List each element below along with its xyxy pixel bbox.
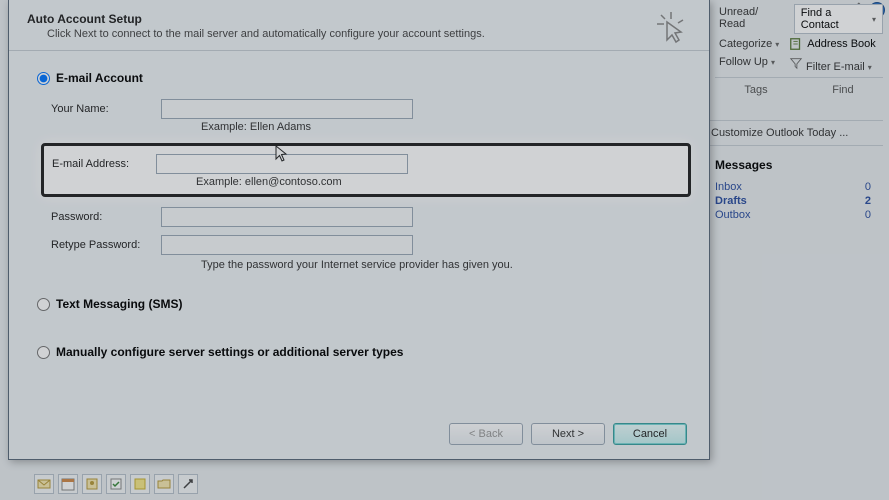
folder-name: Outbox bbox=[715, 209, 750, 221]
dialog-footer: < Back Next > Cancel bbox=[449, 423, 687, 445]
radio-manual-input[interactable] bbox=[37, 346, 50, 359]
find-contact-label: Find a Contact bbox=[801, 7, 868, 31]
password-label: Password: bbox=[51, 211, 161, 223]
address-book-label: Address Book bbox=[807, 38, 875, 50]
back-button[interactable]: < Back bbox=[449, 423, 523, 445]
address-book-button[interactable]: Address Book bbox=[789, 36, 875, 52]
folder-count: 2 bbox=[865, 195, 871, 207]
auto-account-setup-dialog: Auto Account Setup Click Next to connect… bbox=[8, 0, 710, 460]
messages-row-inbox[interactable]: Inbox 0 bbox=[715, 180, 871, 194]
notes-nav-icon[interactable] bbox=[130, 474, 150, 494]
password-hint: Type the password your Internet service … bbox=[201, 259, 681, 271]
categorize-label: Categorize bbox=[719, 38, 772, 50]
find-contact-dropdown[interactable]: Find a Contact ▾ bbox=[794, 4, 883, 34]
your-name-input[interactable] bbox=[161, 99, 413, 119]
dialog-subtitle: Click Next to connect to the mail server… bbox=[47, 28, 649, 40]
ribbon-group-find: Find bbox=[832, 84, 853, 96]
folder-nav-icon[interactable] bbox=[154, 474, 174, 494]
retype-password-label: Retype Password: bbox=[51, 239, 161, 251]
email-label: E-mail Address: bbox=[52, 158, 156, 170]
your-name-hint: Example: Ellen Adams bbox=[201, 121, 681, 133]
radio-email-account[interactable]: E-mail Account bbox=[37, 71, 681, 85]
filter-email-label: Filter E-mail bbox=[806, 61, 865, 73]
radio-sms-label: Text Messaging (SMS) bbox=[56, 297, 182, 311]
folder-count: 0 bbox=[865, 209, 871, 221]
email-field-highlight: E-mail Address: Example: ellen@contoso.c… bbox=[41, 143, 691, 197]
radio-email-account-input[interactable] bbox=[37, 72, 50, 85]
radio-sms-input[interactable] bbox=[37, 298, 50, 311]
contacts-nav-icon[interactable] bbox=[82, 474, 102, 494]
radio-email-account-label: E-mail Account bbox=[56, 71, 143, 85]
filter-email-button[interactable]: Filter E-mail ▾ bbox=[785, 54, 876, 75]
dialog-body: E-mail Account Your Name: Example: Ellen… bbox=[9, 51, 709, 383]
follow-up-label: Follow Up bbox=[719, 56, 768, 68]
dialog-title: Auto Account Setup bbox=[27, 12, 649, 26]
mail-nav-icon[interactable] bbox=[34, 474, 54, 494]
tasks-nav-icon[interactable] bbox=[106, 474, 126, 494]
messages-row-drafts[interactable]: Drafts 2 bbox=[715, 194, 871, 208]
radio-sms[interactable]: Text Messaging (SMS) bbox=[37, 297, 681, 311]
follow-up-button[interactable]: Follow Up ▾ bbox=[715, 54, 779, 75]
email-hint: Example: ellen@contoso.com bbox=[196, 176, 680, 188]
ribbon-group-tags: Tags bbox=[744, 84, 767, 96]
unread-read-button[interactable]: Unread/ Read bbox=[715, 4, 788, 34]
chevron-down-icon: ▾ bbox=[868, 63, 872, 72]
folder-name: Inbox bbox=[715, 181, 742, 193]
chevron-down-icon: ▾ bbox=[872, 15, 876, 24]
password-input[interactable] bbox=[161, 207, 413, 227]
customize-outlook-today-link[interactable]: Customize Outlook Today ... bbox=[703, 120, 883, 146]
folder-name: Drafts bbox=[715, 195, 747, 207]
radio-manual[interactable]: Manually configure server settings or ad… bbox=[37, 345, 681, 359]
chevron-down-icon: ▾ bbox=[771, 58, 775, 67]
retype-password-row: Retype Password: bbox=[51, 235, 681, 255]
chevron-down-icon: ▾ bbox=[775, 40, 779, 49]
outlook-today-panel: Customize Outlook Today ... Messages Inb… bbox=[703, 120, 883, 222]
calendar-nav-icon[interactable] bbox=[58, 474, 78, 494]
next-button[interactable]: Next > bbox=[531, 423, 605, 445]
email-row: E-mail Address: bbox=[52, 154, 680, 174]
messages-heading: Messages bbox=[715, 158, 871, 172]
email-input[interactable] bbox=[156, 154, 408, 174]
categorize-button[interactable]: Categorize ▾ bbox=[715, 36, 783, 52]
funnel-icon bbox=[789, 56, 803, 70]
messages-row-outbox[interactable]: Outbox 0 bbox=[715, 208, 871, 222]
password-row: Password: bbox=[51, 207, 681, 227]
your-name-label: Your Name: bbox=[51, 103, 161, 115]
wizard-cursor-icon bbox=[653, 10, 689, 46]
cancel-button[interactable]: Cancel bbox=[613, 423, 687, 445]
nav-taskbar bbox=[34, 474, 198, 494]
address-book-icon bbox=[789, 37, 803, 51]
your-name-row: Your Name: bbox=[51, 99, 681, 119]
shortcuts-nav-icon[interactable] bbox=[178, 474, 198, 494]
dialog-header: Auto Account Setup Click Next to connect… bbox=[9, 0, 709, 51]
retype-password-input[interactable] bbox=[161, 235, 413, 255]
ribbon-right: Unread/ Read Find a Contact ▾ Categorize… bbox=[709, 0, 889, 100]
folder-count: 0 bbox=[865, 181, 871, 193]
radio-manual-label: Manually configure server settings or ad… bbox=[56, 345, 403, 359]
